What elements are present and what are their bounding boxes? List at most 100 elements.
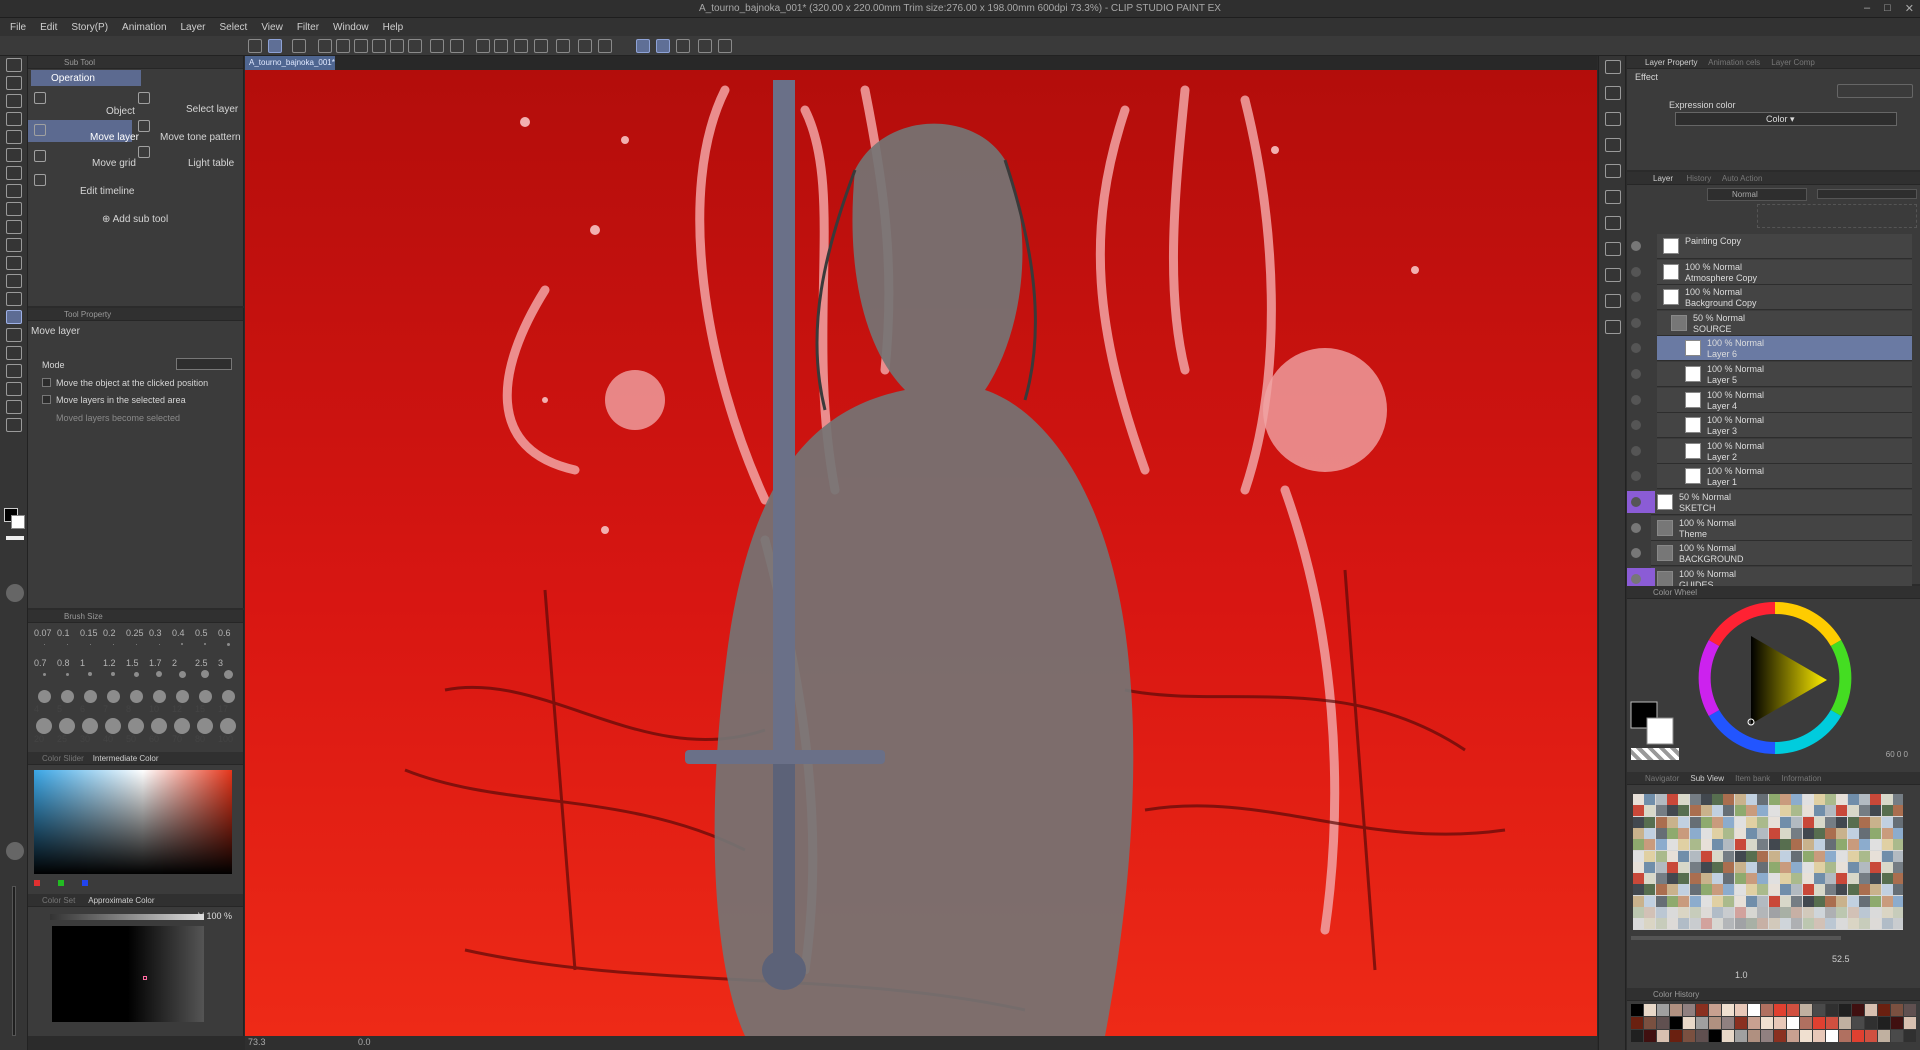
sub-view-swatch[interactable] [1633,861,1644,873]
sub-view-swatch[interactable] [1757,827,1769,839]
sub-view-swatch[interactable] [1712,895,1724,907]
sub-view-swatch[interactable] [1870,918,1882,930]
sub-view-zoom[interactable]: 52.5 [1832,954,1850,964]
sub-view-image[interactable] [1633,794,1903,930]
sub-view-swatch[interactable] [1847,850,1859,862]
sub-view-swatch[interactable] [1678,873,1690,885]
sub-view-swatch[interactable] [1825,794,1837,805]
history-swatch[interactable] [1683,1004,1695,1016]
sub-view-swatch[interactable] [1689,884,1701,896]
sub-view-swatch[interactable] [1847,918,1859,930]
sub-view-swatch[interactable] [1655,873,1667,885]
transparent-swatch[interactable] [1631,748,1679,760]
export-icon[interactable] [390,39,404,53]
brush-size-preset[interactable] [128,718,144,734]
sub-view-swatch[interactable] [1689,907,1701,918]
sub-view-swatch[interactable] [1689,850,1701,862]
brush-size-preset[interactable] [66,643,68,645]
history-swatch[interactable] [1696,1004,1708,1016]
history-swatch[interactable] [1891,1030,1903,1042]
sub-view-swatch[interactable] [1870,873,1882,885]
sub-view-swatch[interactable] [1813,805,1825,817]
sub-view-swatch[interactable] [1678,895,1690,907]
sub-view-swatch[interactable] [1802,918,1814,930]
navigator-icon[interactable] [1605,164,1621,178]
history-swatch[interactable] [1904,1030,1916,1042]
brush-size-preset[interactable] [106,689,120,703]
history-swatch[interactable] [1865,1030,1877,1042]
sub-view-swatch[interactable] [1859,895,1870,907]
history-swatch[interactable] [1709,1004,1721,1016]
brush-size-preset[interactable] [105,718,121,734]
sub-tool-move-layer[interactable]: Move layer [90,132,139,143]
menu-window[interactable]: Window [333,22,369,33]
sub-view-swatch[interactable] [1633,794,1644,805]
visibility-eye-icon[interactable] [1631,522,1641,533]
sub-view-swatch[interactable] [1779,850,1791,862]
search-icon[interactable] [1605,294,1621,308]
history-swatch[interactable] [1839,1017,1851,1029]
brush-size-preset[interactable] [151,718,167,734]
sub-view-swatch[interactable] [1746,850,1757,862]
sub-view-swatch[interactable] [1802,907,1814,918]
deselect-icon[interactable] [556,39,570,53]
sub-tool-move-grid[interactable]: Move grid [92,158,136,169]
sub-view-swatch[interactable] [1836,918,1848,930]
sub-view-swatch[interactable] [1892,895,1903,907]
sub-view-swatch[interactable] [1666,839,1678,851]
sub-view-swatch[interactable] [1847,805,1859,817]
sub-view-swatch[interactable] [1779,884,1791,896]
sub-view-swatch[interactable] [1847,816,1859,828]
visibility-eye-icon[interactable] [1631,292,1641,303]
sub-view-swatch[interactable] [1779,895,1791,907]
history-swatch[interactable] [1800,1004,1812,1016]
sub-view-swatch[interactable] [1825,918,1837,930]
intermediate-color-field[interactable] [34,770,232,874]
sub-view-swatch[interactable] [1870,850,1882,862]
history-swatch[interactable] [1774,1004,1786,1016]
sub-view-swatch[interactable] [1644,918,1656,930]
brush-tool-icon[interactable] [6,94,22,108]
history-swatch[interactable] [1787,1030,1799,1042]
sub-view-swatch[interactable] [1881,895,1893,907]
visibility-eye-icon[interactable] [1631,317,1641,328]
sub-view-swatch[interactable] [1892,873,1903,885]
history-swatch[interactable] [1761,1030,1773,1042]
brush-size-preset[interactable] [220,718,236,734]
color-swatch-red[interactable] [34,880,40,886]
sub-view-swatch[interactable] [1836,873,1848,885]
history-swatch[interactable] [1722,1017,1734,1029]
sub-view-swatch[interactable] [1847,907,1859,918]
gradient-tool-icon[interactable] [6,202,22,216]
menu-select[interactable]: Select [220,22,248,33]
sub-view-swatch[interactable] [1892,827,1903,839]
history-swatch[interactable] [1683,1017,1695,1029]
brush-size-preset[interactable] [174,718,190,734]
clear-icon[interactable] [476,39,490,53]
mode-selector[interactable] [176,358,232,370]
sub-view-swatch[interactable] [1757,895,1769,907]
sub-view-swatch[interactable] [1689,861,1701,873]
sub-view-swatch[interactable] [1644,827,1656,839]
history-swatch[interactable] [1787,1004,1799,1016]
layer-row[interactable]: 100 % Normal Background Copy [1657,285,1912,311]
sub-view-swatch[interactable] [1768,873,1780,885]
sub-view-swatch[interactable] [1700,884,1712,896]
brush-size-preset[interactable] [65,672,69,676]
history-swatch[interactable] [1800,1030,1812,1042]
history-swatch[interactable] [1709,1017,1721,1029]
sub-view-swatch[interactable] [1734,884,1746,896]
sub-view-swatch[interactable] [1881,827,1893,839]
sub-view-swatch[interactable] [1723,873,1735,885]
eyedropper-tool-icon[interactable] [6,418,22,432]
brush-size-preset[interactable] [43,643,45,645]
sub-view-swatch[interactable] [1734,861,1746,873]
sub-view-icon[interactable] [1605,216,1621,230]
fill-icon[interactable] [514,39,528,53]
save-as-icon[interactable] [372,39,386,53]
sub-view-swatch[interactable] [1633,805,1644,817]
sub-view-swatch[interactable] [1633,827,1644,839]
brush-size-preset[interactable] [221,689,235,703]
sub-view-swatch[interactable] [1779,907,1791,918]
sub-view-swatch[interactable] [1881,907,1893,918]
